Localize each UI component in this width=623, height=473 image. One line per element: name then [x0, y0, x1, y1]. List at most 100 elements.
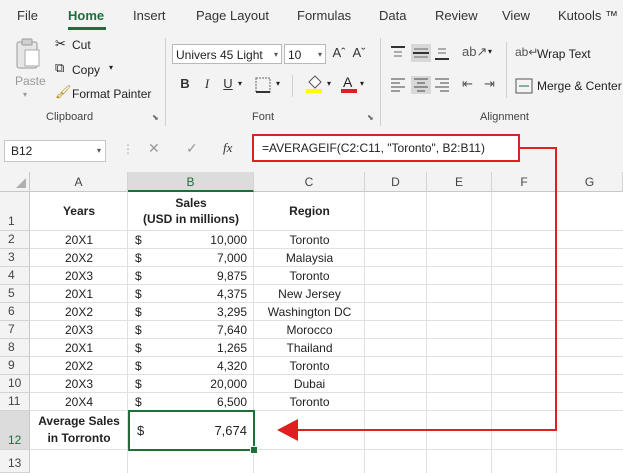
region-cell[interactable]: Toronto [254, 269, 365, 283]
font-size-dropdown[interactable]: 10 ▾ [284, 44, 326, 64]
column-header-e[interactable]: E [427, 172, 492, 192]
bold-button[interactable]: B [178, 76, 192, 91]
year-cell[interactable]: 20X2 [30, 359, 128, 373]
tab-kutools[interactable]: Kutools ™ [558, 8, 618, 23]
paste-button[interactable]: Paste ▾ [8, 36, 46, 106]
column-header-d[interactable]: D [365, 172, 427, 192]
year-cell[interactable]: 20X1 [30, 233, 128, 247]
region-cell[interactable]: Toronto [254, 359, 365, 373]
row-header[interactable]: 4 [0, 267, 30, 285]
underline-button[interactable]: U [221, 76, 235, 91]
cancel-icon[interactable]: ✕ [148, 140, 160, 157]
active-tab-indicator [68, 27, 106, 30]
dialog-launcher-icon[interactable]: ⬊ [152, 113, 159, 122]
borders-icon[interactable] [254, 76, 272, 94]
region-cell[interactable]: Toronto [254, 233, 365, 247]
row-header[interactable]: 2 [0, 231, 30, 249]
copy-button[interactable]: ⧉ Copy ▾ [53, 60, 143, 78]
row-header[interactable]: 12 [0, 411, 30, 450]
sales-cell[interactable]: 7,000 [128, 251, 247, 265]
column-header-b[interactable]: B [128, 172, 254, 192]
chevron-down-icon[interactable]: ▾ [238, 79, 242, 88]
italic-button[interactable]: I [200, 76, 214, 92]
sales-cell[interactable]: 4,320 [128, 359, 247, 373]
year-cell[interactable]: 20X3 [30, 323, 128, 337]
row-header[interactable]: 3 [0, 249, 30, 267]
gridline [30, 302, 623, 303]
row-header[interactable]: 9 [0, 357, 30, 375]
year-cell[interactable]: 20X1 [30, 287, 128, 301]
sales-cell[interactable]: 20,000 [128, 377, 247, 391]
year-cell[interactable]: 20X2 [30, 305, 128, 319]
header-region[interactable]: Region [254, 204, 365, 218]
sales-cell[interactable]: 9,875 [128, 269, 247, 283]
row-header[interactable]: 8 [0, 339, 30, 357]
tab-formulas[interactable]: Formulas [297, 8, 351, 23]
gridline [30, 284, 623, 285]
header-sales-line1[interactable]: Sales [128, 196, 254, 210]
worksheet-grid[interactable]: A B C D E F G 1 2 3 4 5 6 7 8 9 10 11 12… [0, 172, 623, 473]
format-painter-button[interactable]: 🖌 Format Painter [53, 84, 155, 102]
column-header-f[interactable]: F [492, 172, 557, 192]
sales-cell[interactable]: 1,265 [128, 341, 247, 355]
sales-cell[interactable]: 7,640 [128, 323, 247, 337]
header-years[interactable]: Years [30, 204, 128, 218]
fill-handle[interactable] [250, 446, 258, 454]
tab-data[interactable]: Data [379, 8, 406, 23]
year-cell[interactable]: 20X3 [30, 269, 128, 283]
region-cell[interactable]: New Jersey [254, 287, 365, 301]
row-header[interactable]: 11 [0, 393, 30, 411]
sales-cell[interactable]: 6,500 [128, 395, 247, 409]
tab-page-layout[interactable]: Page Layout [196, 8, 269, 23]
decrease-indent-icon[interactable]: ⇤ [462, 76, 473, 92]
tab-file[interactable]: File [17, 8, 38, 23]
chevron-down-icon[interactable]: ▾ [488, 47, 492, 56]
font-color-button[interactable]: A [340, 74, 358, 94]
tab-view[interactable]: View [502, 8, 530, 23]
chevron-down-icon[interactable]: ▾ [327, 79, 331, 88]
tab-home[interactable]: Home [68, 8, 104, 23]
year-cell[interactable]: 20X3 [30, 377, 128, 391]
font-name-dropdown[interactable]: Univers 45 Light ▾ [172, 44, 282, 64]
column-header-g[interactable]: G [557, 172, 623, 192]
select-all-corner[interactable] [0, 172, 30, 192]
chevron-down-icon[interactable]: ▾ [360, 79, 364, 88]
year-cell[interactable]: 20X2 [30, 251, 128, 265]
sales-cell[interactable]: 10,000 [128, 233, 247, 247]
year-cell[interactable]: 20X1 [30, 341, 128, 355]
column-header-a[interactable]: A [30, 172, 128, 192]
wrap-text-button[interactable]: ab↵ Wrap Text [515, 44, 621, 64]
row-header[interactable]: 1 [0, 192, 30, 231]
cut-button[interactable]: ✂ Cut [53, 36, 143, 54]
year-cell[interactable]: 20X4 [30, 395, 128, 409]
formula-input[interactable]: =AVERAGEIF(C2:C11, "Toronto", B2:B11) [252, 134, 520, 162]
shrink-font-button[interactable]: Aˇ [351, 45, 367, 60]
tab-review[interactable]: Review [435, 8, 478, 23]
grow-font-button[interactable]: Aˆ [331, 45, 347, 60]
row-header[interactable]: 7 [0, 321, 30, 339]
chevron-down-icon[interactable]: ▾ [276, 79, 280, 88]
orientation-icon[interactable]: ab↗ [462, 44, 487, 60]
result-label-line1[interactable]: Average Sales [30, 414, 128, 428]
dialog-launcher-icon[interactable]: ⬊ [367, 113, 374, 122]
row-header[interactable]: 5 [0, 285, 30, 303]
region-cell[interactable]: Dubai [254, 377, 365, 391]
sales-cell[interactable]: 4,375 [128, 287, 247, 301]
region-cell[interactable]: Morocco [254, 323, 365, 337]
column-header-c[interactable]: C [254, 172, 365, 192]
confirm-icon[interactable]: ✓ [186, 140, 198, 157]
row-header[interactable]: 6 [0, 303, 30, 321]
region-cell[interactable]: Washington DC [254, 305, 365, 319]
merge-center-button[interactable]: Merge & Center [515, 76, 623, 96]
tab-insert[interactable]: Insert [133, 8, 166, 23]
name-box[interactable]: B12 ▾ [4, 140, 106, 162]
row-header[interactable]: 10 [0, 375, 30, 393]
region-cell[interactable]: Malaysia [254, 251, 365, 265]
increase-indent-icon[interactable]: ⇥ [484, 76, 495, 92]
insert-function-icon[interactable]: fx [223, 140, 232, 156]
region-cell[interactable]: Thailand [254, 341, 365, 355]
sales-cell[interactable]: 3,295 [128, 305, 247, 319]
fill-color-icon[interactable] [305, 74, 323, 94]
row-header[interactable]: 13 [0, 450, 30, 473]
region-cell[interactable]: Toronto [254, 395, 365, 409]
